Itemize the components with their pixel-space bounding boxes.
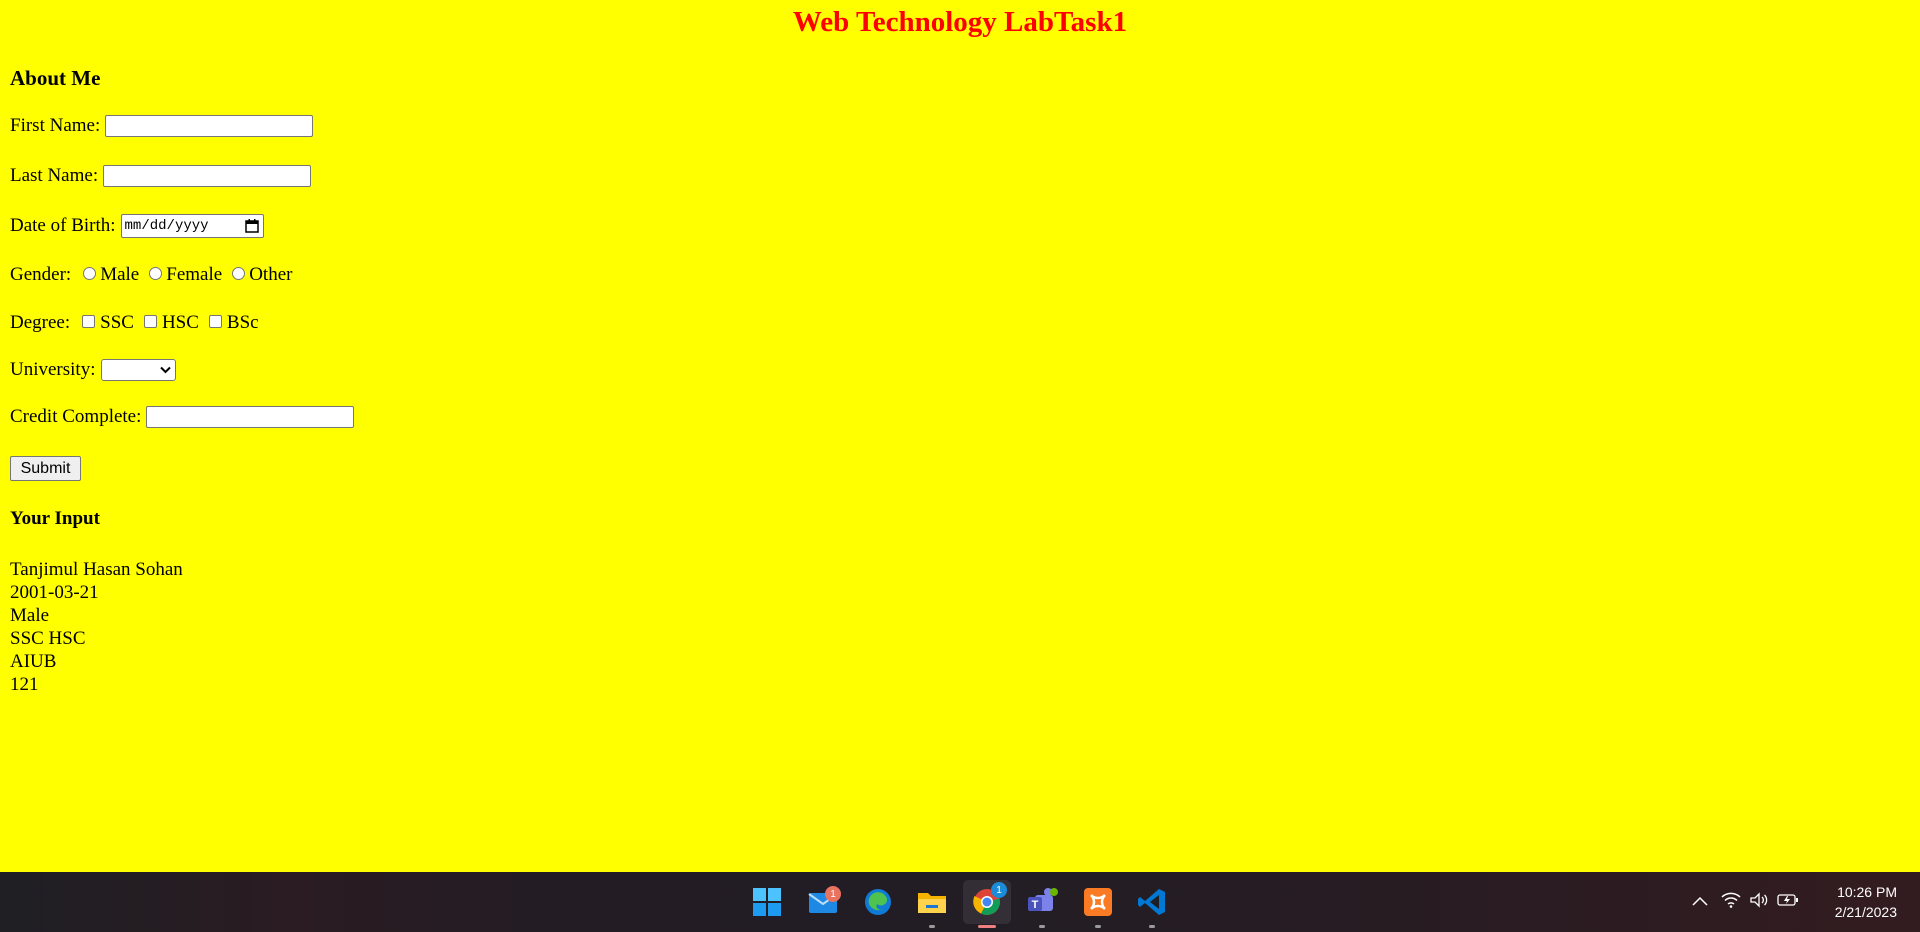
chrome-active-indicator [978, 925, 996, 928]
gender-label: Gender: [10, 264, 72, 285]
first-name-label: First Name: [10, 115, 101, 136]
output-name: Tanjimul Hasan Sohan [10, 559, 183, 580]
last-name-row: Last Name: [10, 165, 312, 187]
gender-row: Gender: Male Female Other [10, 264, 292, 286]
gender-male-radio[interactable] [83, 266, 97, 280]
gender-other-label: Other [249, 264, 293, 285]
dob-placeholder: mm/dd/yyyy [124, 218, 209, 234]
university-label: University: [10, 359, 96, 380]
university-select[interactable] [100, 359, 176, 381]
battery-icon[interactable] [1777, 893, 1799, 912]
volume-icon[interactable] [1749, 891, 1769, 913]
degree-ssc-checkbox[interactable] [82, 314, 96, 328]
university-row: University: [10, 359, 176, 381]
wifi-icon[interactable] [1721, 892, 1741, 913]
teams-icon[interactable]: T [1024, 884, 1060, 928]
file-explorer-icon[interactable] [914, 884, 950, 928]
chevron-up-icon[interactable] [1692, 893, 1708, 911]
output-gender: Male [10, 605, 50, 626]
gender-female-radio[interactable] [149, 266, 163, 280]
vscode-icon[interactable] [1134, 884, 1170, 928]
credit-input[interactable] [146, 406, 355, 428]
about-heading: About Me [10, 66, 101, 90]
degree-bsc-label: BSc [226, 312, 259, 333]
taskbar: 1 1 T 10:26 PM 2/21/2023 [0, 872, 1920, 932]
system-clock[interactable]: 10:26 PM 2/21/2023 [1835, 882, 1897, 922]
last-name-input[interactable] [103, 165, 312, 187]
chevron-down-icon [159, 366, 171, 374]
output-degree: SSC HSC [10, 628, 86, 649]
calendar-icon[interactable] [244, 219, 259, 233]
output-heading: Your Input [10, 508, 100, 529]
first-name-input[interactable] [105, 115, 314, 137]
mail-badge: 1 [825, 886, 841, 902]
last-name-label: Last Name: [10, 165, 99, 186]
output-university: AIUB [10, 651, 57, 672]
degree-hsc-checkbox[interactable] [143, 314, 157, 328]
output-credit: 121 [10, 674, 39, 695]
degree-row: Degree: SSC HSC BSc [10, 312, 259, 334]
clock-time: 10:26 PM [1837, 884, 1897, 900]
windows-start-icon[interactable] [749, 884, 785, 920]
credit-row: Credit Complete: [10, 406, 355, 428]
output-list: Tanjimul Hasan Sohan 2001-03-21 Male SSC… [10, 558, 183, 696]
output-dob: 2001-03-21 [10, 582, 99, 603]
first-name-row: First Name: [10, 115, 314, 137]
gender-other-radio[interactable] [232, 266, 246, 280]
system-tray [1692, 872, 1799, 932]
vscode-running-indicator [1149, 925, 1155, 928]
teams-running-indicator [1039, 925, 1045, 928]
xampp-icon[interactable] [1080, 884, 1116, 928]
gender-female-label: Female [166, 264, 223, 285]
dob-input[interactable]: mm/dd/yyyy [120, 214, 264, 238]
edge-icon[interactable] [860, 884, 896, 920]
mail-icon[interactable]: 1 [805, 884, 841, 920]
gender-male-label: Male [100, 264, 140, 285]
page-title: Web Technology LabTask1 [792, 6, 1128, 38]
svg-text:T: T [1032, 899, 1039, 911]
explorer-running-indicator [929, 925, 935, 928]
web-page: Web Technology LabTask1 About Me First N… [0, 0, 1920, 872]
chrome-icon[interactable]: 1 [963, 880, 1011, 928]
degree-label: Degree: [10, 312, 71, 333]
credit-label: Credit Complete: [10, 406, 142, 427]
degree-bsc-checkbox[interactable] [208, 314, 222, 328]
dob-row: Date of Birth: mm/dd/yyyy [10, 214, 264, 238]
submit-button[interactable]: Submit [10, 456, 81, 481]
xampp-running-indicator [1095, 925, 1101, 928]
degree-hsc-label: HSC [161, 312, 199, 333]
degree-ssc-label: SSC [100, 312, 134, 333]
dob-label: Date of Birth: [10, 215, 116, 236]
chrome-badge: 1 [991, 882, 1007, 898]
clock-date: 2/21/2023 [1834, 904, 1897, 920]
